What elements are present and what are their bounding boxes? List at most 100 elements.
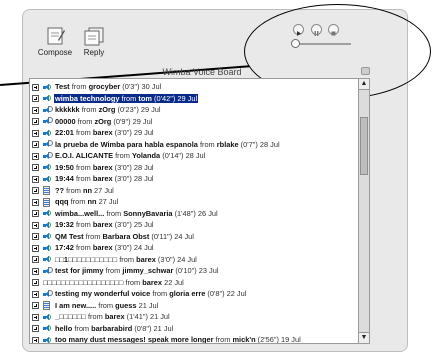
expand-toggle-icon[interactable] bbox=[32, 129, 39, 137]
message-text: QM Test from Barbara Obst (0'11") 24 Jul bbox=[54, 232, 195, 241]
message-from-word: from bbox=[152, 289, 168, 298]
message-subject: 22:01 bbox=[55, 128, 74, 137]
message-row[interactable]: la prueba de Wimba para habla espanola f… bbox=[32, 139, 358, 150]
expand-toggle-icon[interactable] bbox=[32, 210, 39, 218]
message-meta: (3'0") 29 Jul bbox=[114, 128, 154, 137]
expand-toggle-icon[interactable] bbox=[32, 175, 39, 183]
expand-toggle-icon[interactable] bbox=[32, 106, 39, 114]
message-row[interactable]: _□□□□□□ from barex (1'41") 21 Jul bbox=[32, 311, 358, 322]
message-row[interactable]: qqq from nn 27 Jul bbox=[32, 196, 358, 207]
expand-toggle-icon[interactable] bbox=[32, 336, 39, 343]
expand-toggle-icon[interactable] bbox=[32, 267, 39, 275]
volume-track[interactable] bbox=[296, 43, 351, 45]
message-author: SonnyBavaria bbox=[123, 208, 173, 218]
message-text: Test from grocyber (0'3") 30 Jul bbox=[54, 82, 162, 91]
message-author: barex bbox=[136, 254, 156, 264]
scroll-up-arrow-icon[interactable]: ▲ bbox=[359, 79, 369, 90]
message-subject: qqq bbox=[55, 197, 69, 206]
audio-player bbox=[256, 16, 354, 56]
message-author: zOrg bbox=[98, 105, 116, 114]
reply-icon bbox=[84, 27, 104, 46]
message-row[interactable]: test for jimmy from jimmy_schwar (0'10")… bbox=[32, 265, 358, 276]
expand-toggle-icon[interactable] bbox=[32, 279, 39, 287]
expand-toggle-icon[interactable] bbox=[32, 256, 39, 264]
expand-toggle-icon[interactable] bbox=[32, 118, 39, 126]
expand-toggle-icon[interactable] bbox=[32, 313, 39, 321]
message-list-scrollbar[interactable]: ▲ ▼ bbox=[359, 78, 370, 344]
expand-toggle-icon[interactable] bbox=[32, 233, 39, 241]
message-author: gloria erre bbox=[169, 289, 206, 298]
play-button[interactable] bbox=[293, 24, 304, 36]
reply-button[interactable]: Reply bbox=[74, 26, 114, 62]
volume-slider-knob[interactable] bbox=[291, 39, 300, 48]
message-text: 00000 from zOrg (0'9") 29 Jul bbox=[54, 117, 153, 126]
expand-toggle-icon[interactable] bbox=[32, 325, 39, 333]
audio-text-message-icon bbox=[42, 266, 53, 276]
message-from-word: from bbox=[215, 335, 231, 344]
message-meta: (3'0") 28 Jul bbox=[114, 174, 154, 183]
audio-message-icon bbox=[42, 94, 52, 103]
expand-toggle-icon[interactable] bbox=[32, 187, 39, 195]
message-row[interactable]: 00000 from zOrg (0'9") 29 Jul bbox=[32, 116, 358, 127]
message-from-word: from bbox=[105, 266, 121, 275]
expand-toggle-icon[interactable] bbox=[32, 164, 39, 172]
message-row[interactable]: I am new..... from guess 21 Jul bbox=[32, 300, 358, 311]
expand-toggle-icon[interactable] bbox=[32, 198, 39, 206]
expand-toggle-icon[interactable] bbox=[32, 244, 39, 252]
message-meta: (0'10") 23 Jul bbox=[175, 266, 219, 275]
expand-toggle-icon[interactable] bbox=[32, 152, 39, 160]
audio-message-icon bbox=[42, 324, 52, 333]
scroll-down-arrow-icon[interactable]: ▼ bbox=[359, 332, 369, 343]
message-meta: (0'11") 24 Jul bbox=[151, 231, 194, 241]
message-row[interactable]: 17:42 from barex (3'0") 24 Jul bbox=[32, 242, 358, 253]
message-row[interactable]: 19:50 from barex (3'0") 28 Jul bbox=[32, 162, 358, 173]
message-row[interactable]: Test from grocyber (0'3") 30 Jul bbox=[32, 81, 358, 92]
message-author: nn bbox=[82, 185, 92, 195]
expand-toggle-icon[interactable] bbox=[32, 95, 39, 103]
message-subject: 19:32 bbox=[55, 220, 74, 229]
compose-label: Compose bbox=[37, 48, 73, 57]
expand-toggle-icon[interactable] bbox=[32, 141, 39, 149]
message-row[interactable]: hello from barbarabird (0'8") 21 Jul bbox=[32, 323, 358, 334]
reply-label: Reply bbox=[83, 48, 105, 57]
message-meta: (1'41") 21 Jul bbox=[126, 312, 170, 321]
message-row[interactable]: kkkkkk from zOrg (0'23") 29 Jul bbox=[32, 104, 358, 115]
audio-text-message-icon bbox=[42, 289, 53, 299]
message-author: grocyber bbox=[88, 82, 121, 91]
message-row[interactable]: testing my wonderful voice from gloria e… bbox=[32, 288, 358, 299]
message-list[interactable]: Test from grocyber (0'3") 30 Jul wimba te… bbox=[29, 78, 359, 344]
message-subject: 19:50 bbox=[55, 162, 74, 172]
message-row[interactable]: QM Test from Barbara Obst (0'11") 24 Jul bbox=[32, 231, 358, 242]
message-subject: 17:42 bbox=[55, 243, 74, 252]
message-meta: (3'0") 25 Jul bbox=[114, 220, 154, 229]
message-row[interactable]: wimba...well... from SonnyBavaria (1'48"… bbox=[32, 208, 358, 219]
stop-button[interactable] bbox=[328, 24, 339, 36]
message-author: barex bbox=[92, 128, 113, 137]
pause-button[interactable] bbox=[311, 24, 322, 36]
compose-button[interactable]: Compose bbox=[35, 26, 75, 62]
message-row[interactable]: E.O.I. ALICANTE from Yolanda (0'14") 28 … bbox=[32, 150, 358, 161]
message-text: 22:01 from barex (3'0") 29 Jul bbox=[54, 128, 155, 137]
expand-toggle-icon[interactable] bbox=[32, 290, 39, 298]
message-subject: test for jimmy bbox=[55, 266, 104, 275]
board-close-button[interactable] bbox=[361, 67, 370, 75]
message-row[interactable]: 19:44 from barex (3'0") 28 Jul bbox=[32, 173, 358, 184]
message-row[interactable]: 19:32 from barex (3'0") 25 Jul bbox=[32, 219, 358, 230]
message-text: 19:50 from barex (3'0") 28 Jul bbox=[54, 163, 155, 172]
audio-message-icon bbox=[42, 163, 52, 172]
expand-toggle-icon[interactable] bbox=[32, 221, 39, 229]
message-row[interactable]: □□□□□□□□□□□□□□□□□□ from barex 22 Jul bbox=[32, 277, 358, 288]
message-row[interactable]: 22:01 from barex (3'0") 29 Jul bbox=[32, 127, 358, 138]
message-row[interactable]: too many dust messages! speak more longe… bbox=[32, 334, 358, 344]
message-subject: 19:44 bbox=[55, 174, 74, 183]
message-from-word: from bbox=[70, 197, 86, 206]
message-row[interactable]: wimba technology from tom (0'42") 29 Jul bbox=[32, 93, 358, 104]
message-subject: □□□□□□□□□□□□□□□□□□ bbox=[43, 277, 124, 287]
expand-toggle-icon[interactable] bbox=[32, 83, 39, 91]
message-row[interactable]: ?? from nn 27 Jul bbox=[32, 185, 358, 196]
scrollbar-thumb[interactable] bbox=[360, 117, 368, 175]
message-subject: hello bbox=[55, 323, 73, 333]
message-row[interactable]: □□1□□□□□□□□□□□ from barex (3'0") 24 Jul bbox=[32, 254, 358, 265]
message-from-word: from bbox=[87, 312, 103, 321]
expand-toggle-icon[interactable] bbox=[32, 302, 39, 310]
